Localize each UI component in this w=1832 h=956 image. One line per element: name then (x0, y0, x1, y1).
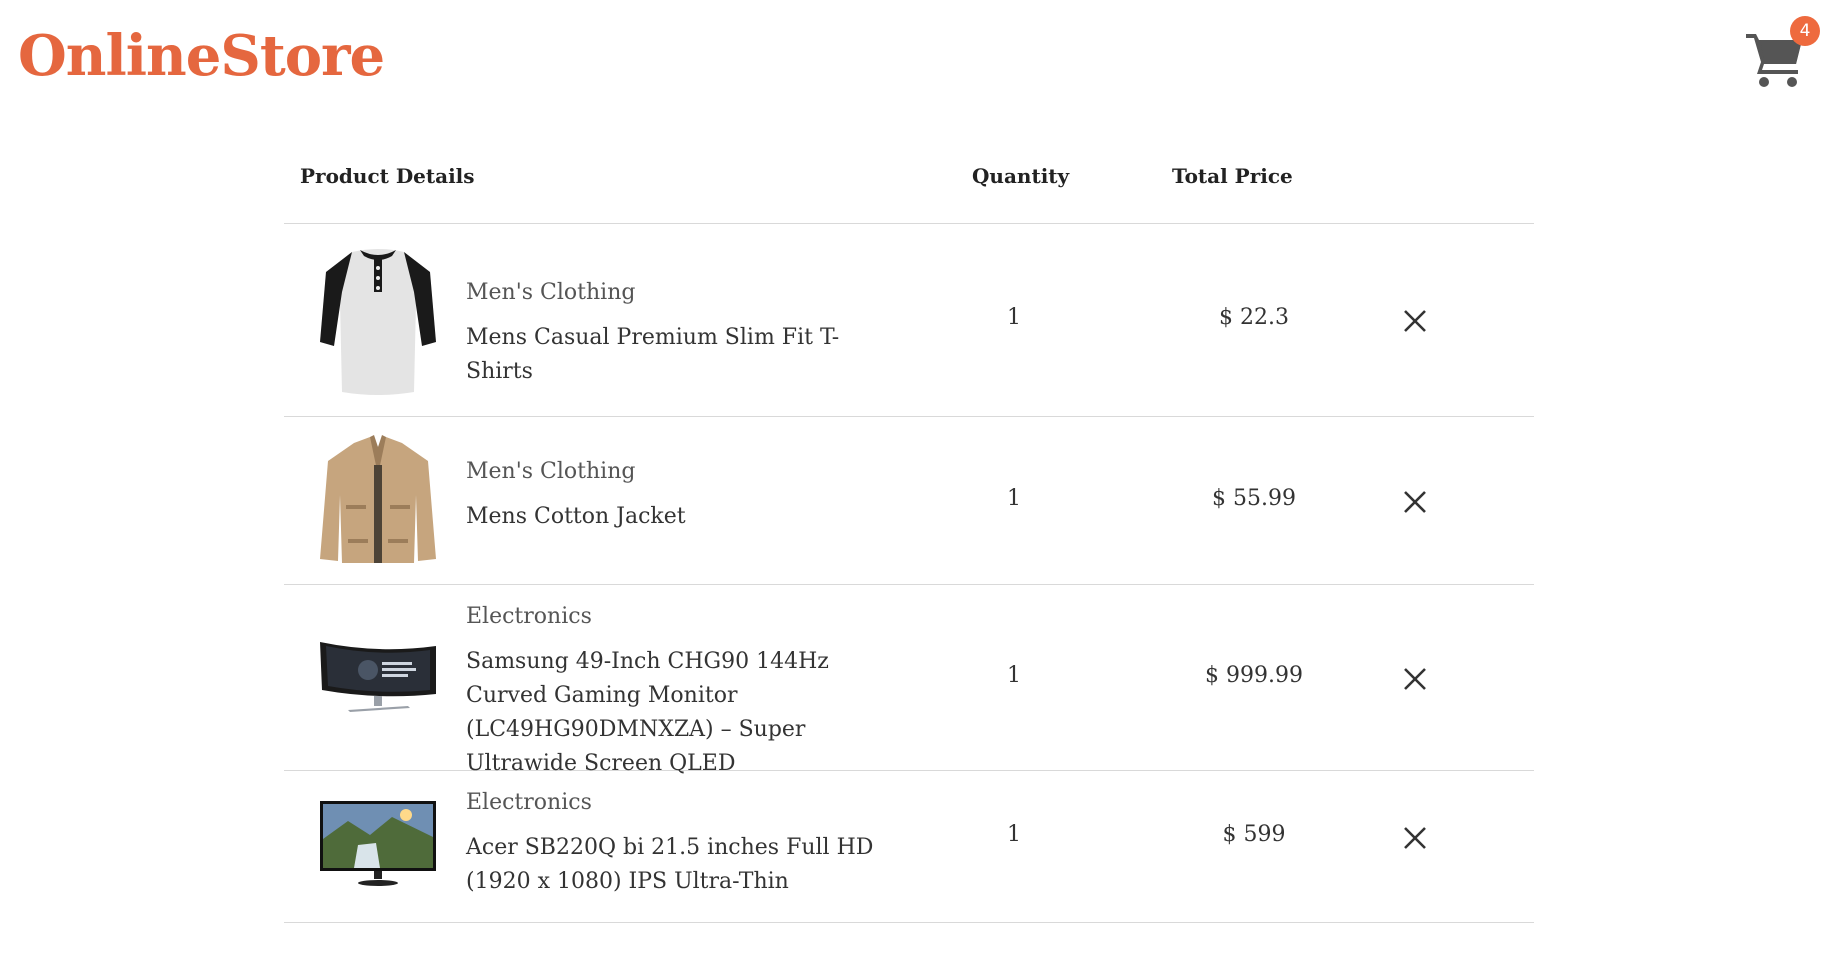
remove-item-button[interactable] (1400, 306, 1430, 336)
column-header-product: Product Details (300, 164, 475, 188)
cart-count-badge: 4 (1790, 16, 1820, 46)
product-info: Men's Clothing Mens Cotton Jacket (466, 457, 906, 534)
table-row: Electronics Samsung 49-Inch CHG90 144Hz … (284, 585, 1534, 776)
product-category: Electronics (466, 604, 592, 629)
product-price: $ 599 (1222, 822, 1286, 847)
monitor-image[interactable] (318, 799, 438, 889)
product-category: Men's Clothing (466, 280, 636, 305)
site-header: OnlineStore 4 (0, 0, 1832, 110)
close-icon (1404, 827, 1426, 849)
tshirt-image[interactable] (318, 242, 438, 398)
product-info: Electronics Samsung 49-Inch CHG90 144Hz … (466, 602, 906, 781)
table-row: Electronics Acer SB220Q bi 21.5 inches F… (284, 771, 1534, 923)
close-icon (1404, 491, 1426, 513)
product-category: Electronics (466, 790, 592, 815)
product-name[interactable]: Samsung 49-Inch CHG90 144Hz Curved Gamin… (466, 645, 906, 781)
jacket-image[interactable] (318, 435, 438, 565)
table-row: Men's Clothing Mens Cotton Jacket 1 $ 55… (284, 417, 1534, 585)
product-price: $ 22.3 (1219, 305, 1289, 330)
table-row: Men's Clothing Mens Casual Premium Slim … (284, 224, 1534, 417)
close-icon (1404, 668, 1426, 690)
product-price: $ 999.99 (1205, 663, 1303, 688)
cart-table: Product Details Quantity Total Price Men… (284, 150, 1534, 923)
product-price: $ 55.99 (1212, 486, 1296, 511)
remove-item-button[interactable] (1400, 823, 1430, 853)
product-quantity: 1 (1007, 486, 1021, 511)
product-category: Men's Clothing (466, 459, 636, 484)
product-name[interactable]: Mens Cotton Jacket (466, 500, 906, 534)
brand-logo[interactable]: OnlineStore (18, 16, 385, 96)
remove-item-button[interactable] (1400, 487, 1430, 517)
product-quantity: 1 (1007, 663, 1021, 688)
product-quantity: 1 (1007, 822, 1021, 847)
product-name[interactable]: Mens Casual Premium Slim Fit T-Shirts (466, 321, 906, 389)
product-info: Men's Clothing Mens Casual Premium Slim … (466, 278, 906, 389)
product-quantity: 1 (1007, 305, 1021, 330)
product-info: Electronics Acer SB220Q bi 21.5 inches F… (466, 788, 906, 899)
column-header-quantity: Quantity (972, 164, 1070, 188)
close-icon (1404, 310, 1426, 332)
curved-monitor-image[interactable] (318, 627, 438, 727)
column-header-price: Total Price (1172, 164, 1293, 188)
product-name[interactable]: Acer SB220Q bi 21.5 inches Full HD (1920… (466, 831, 906, 899)
table-header: Product Details Quantity Total Price (284, 150, 1534, 224)
remove-item-button[interactable] (1400, 664, 1430, 694)
